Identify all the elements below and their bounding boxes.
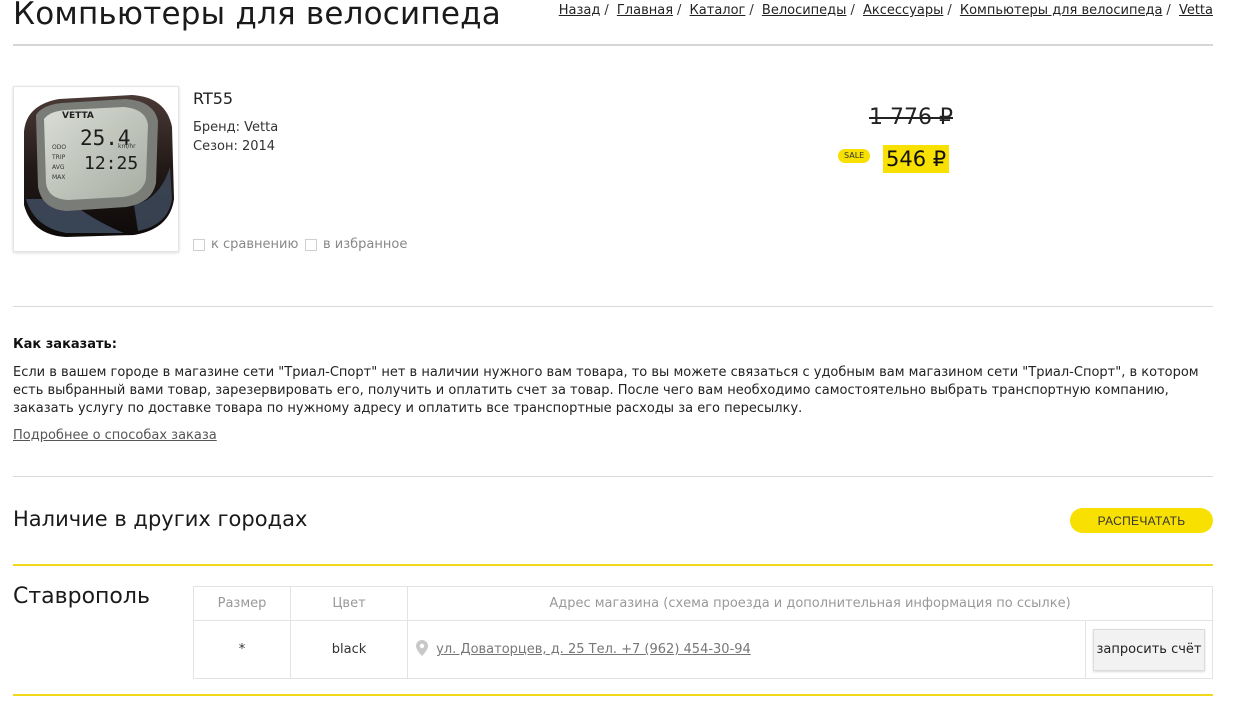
bottom-divider (13, 694, 1213, 696)
city-name: Ставрополь (13, 584, 150, 609)
image-brand-text: VETTA (62, 111, 94, 121)
address-cell: ул. Доваторцев, д. 25 Тел. +7 (962) 454-… (407, 620, 1086, 679)
page-title: Компьютеры для велосипеда (13, 0, 501, 32)
how-to-order-title: Как заказать: (13, 337, 117, 352)
map-pin-icon (416, 639, 428, 660)
product-season: Сезон: 2014 (193, 139, 276, 154)
compare-checkbox-label[interactable]: к сравнению (211, 237, 298, 252)
old-price: 1 776 ₽ (869, 105, 953, 130)
favorite-checkbox-box[interactable] (305, 238, 317, 251)
breadcrumb: Назад / Главная / Каталог / Велосипеды / Акс… (559, 3, 1213, 18)
breadcrumb-separator: / (604, 3, 609, 18)
how-to-order-text: Если в вашем городе в магазине сети "Три… (13, 365, 1199, 416)
breadcrumb-back-link[interactable]: Назад (559, 3, 601, 18)
breadcrumb-accessories-link[interactable]: Аксессуары (863, 3, 943, 18)
bike-computer-image: VETTA 25.4 km/hr 12:25 ODO TRIP AVG MAX (24, 95, 174, 237)
availability-divider (13, 564, 1213, 566)
compare-checkbox[interactable]: к сравнению (193, 237, 298, 252)
breadcrumb-catalog-link[interactable]: Каталог (690, 3, 746, 18)
header-divider (13, 44, 1213, 46)
availability-title: Наличие в других городах (13, 507, 308, 531)
breadcrumb-home-link[interactable]: Главная (617, 3, 673, 18)
product-brand: Бренд: Vetta (193, 120, 279, 135)
product-name: RT55 (193, 89, 234, 108)
size-cell: * (193, 620, 291, 679)
sale-price: 546 ₽ (883, 145, 950, 173)
breadcrumb-computers-link[interactable]: Компьютеры для велосипеда (960, 3, 1163, 18)
table-row: * black ул. Доваторцев, д. 25 Тел. +7 (9… (193, 620, 1213, 679)
image-mode-text: ODO (52, 144, 66, 151)
order-divider (13, 476, 1213, 477)
order-methods-link[interactable]: Подробнее о способах заказа (13, 428, 217, 443)
sale-badge: SALE (838, 149, 871, 163)
action-cell: запросить счёт (1085, 620, 1213, 679)
image-mode-text: TRIP (51, 154, 66, 161)
table-header-row: Размер Цвет Адрес магазина (схема проезд… (193, 586, 1213, 621)
request-invoice-button[interactable]: запросить счёт (1093, 628, 1205, 671)
product-image[interactable]: VETTA 25.4 km/hr 12:25 ODO TRIP AVG MAX (13, 86, 179, 252)
breadcrumb-separator: / (677, 3, 682, 18)
color-cell: black (290, 620, 408, 679)
image-unit-text: km/hr (118, 143, 136, 150)
favorite-checkbox[interactable]: в избранное (305, 237, 407, 252)
breadcrumb-bicycles-link[interactable]: Велосипеды (762, 3, 847, 18)
address-column-header: Адрес магазина (схема проезда и дополнит… (407, 586, 1213, 621)
breadcrumb-vetta-link[interactable]: Vetta (1179, 3, 1213, 18)
compare-checkbox-box[interactable] (193, 238, 205, 251)
color-column-header: Цвет (290, 586, 408, 621)
breadcrumb-separator: / (1166, 3, 1171, 18)
image-time-text: 12:25 (84, 153, 138, 174)
size-column-header: Размер (193, 586, 291, 621)
image-mode-text: AVG (52, 164, 65, 171)
product-divider (13, 306, 1213, 307)
image-mode-text: MAX (52, 174, 65, 181)
breadcrumb-separator: / (749, 3, 754, 18)
breadcrumb-separator: / (947, 3, 952, 18)
store-address-link[interactable]: ул. Доваторцев, д. 25 Тел. +7 (962) 454-… (436, 642, 751, 657)
favorite-checkbox-label[interactable]: в избранное (323, 237, 407, 252)
breadcrumb-separator: / (850, 3, 855, 18)
print-button[interactable]: РАСПЕЧАТАТЬ (1070, 508, 1213, 533)
stock-table: Размер Цвет Адрес магазина (схема проезд… (193, 586, 1213, 679)
